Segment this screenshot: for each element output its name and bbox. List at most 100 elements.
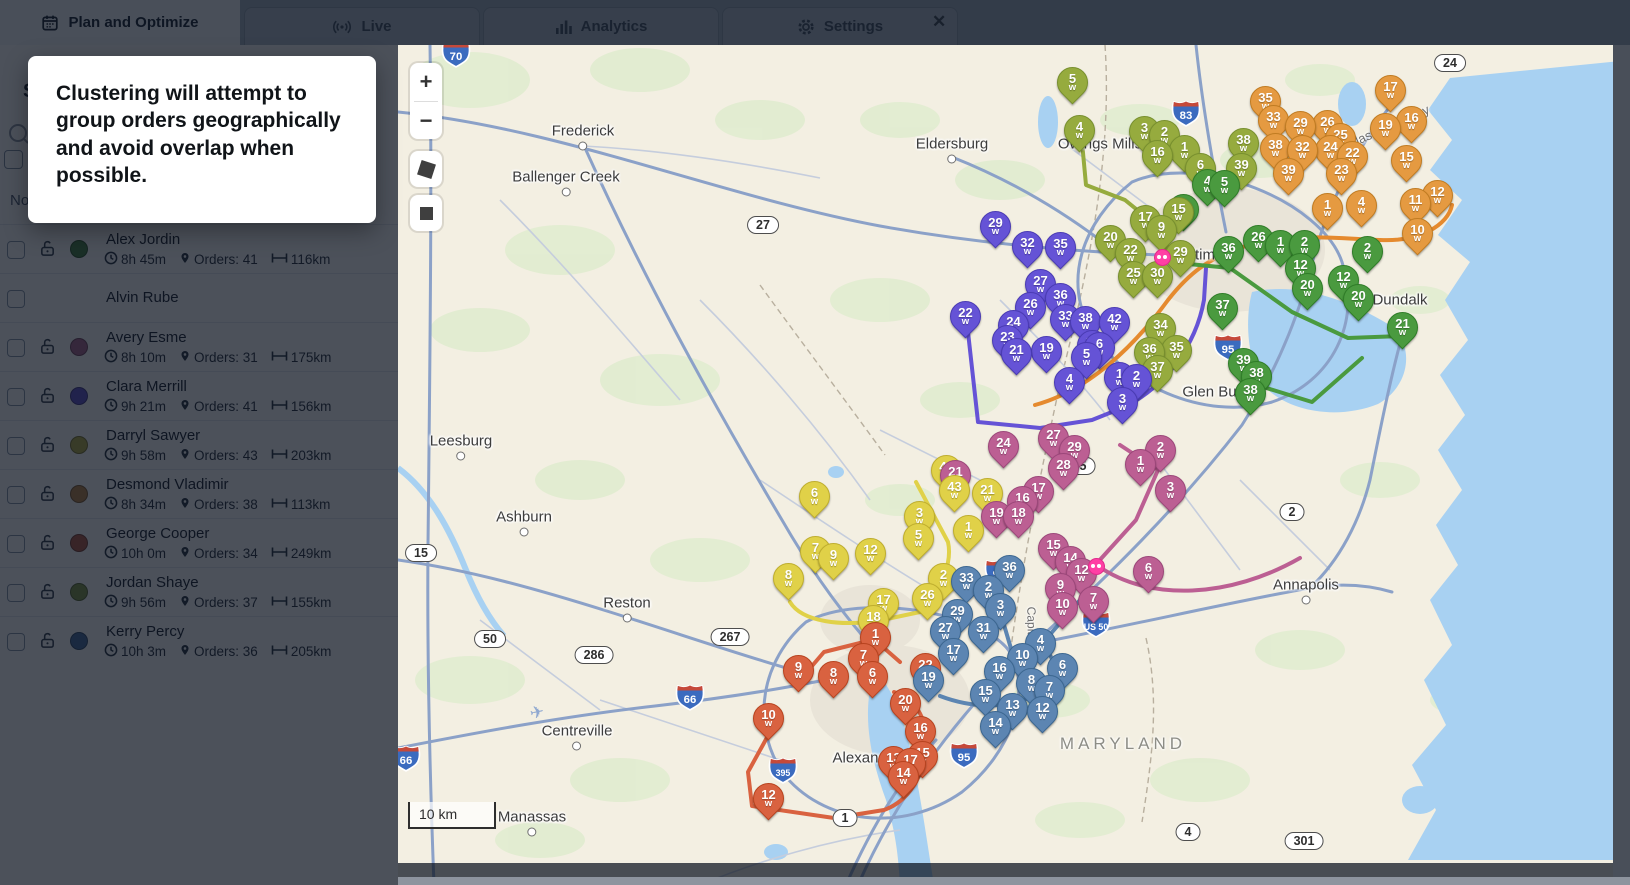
marker-sub-label: w: [1413, 232, 1421, 244]
driver-orders: Orders: 34: [194, 546, 258, 561]
driver-checkbox[interactable]: [7, 633, 25, 651]
driver-name: Jordan Shaye: [106, 574, 199, 591]
pin-icon: [179, 545, 191, 562]
driver-row[interactable]: Avery Esme 8h 10m Orders: 31 175km: [0, 322, 398, 371]
driver-color-dot: [70, 485, 88, 503]
marker-sub-label: w: [992, 515, 1000, 527]
route-shield: 15: [405, 544, 437, 562]
driver-row[interactable]: Clara Merrill 9h 21m Orders: 41 156km: [0, 371, 398, 420]
driver-time: 9h 56m: [121, 595, 167, 610]
marker-sub-label: w: [764, 797, 772, 809]
marker-sub-label: w: [1077, 572, 1085, 584]
interstate-shield: 70: [441, 45, 472, 73]
driver-time: 8h 10m: [121, 350, 167, 365]
clock-icon: [104, 545, 118, 562]
svg-text:95: 95: [958, 752, 971, 764]
marker-sub-label: w: [1357, 204, 1365, 216]
route-shield: 267: [710, 628, 750, 646]
tab-label: Settings: [823, 18, 884, 35]
driver-checkbox[interactable]: [7, 388, 25, 406]
driver-row[interactable]: Kerry Percy 10h 3m Orders: 36 205km: [0, 616, 398, 665]
driver-stats: 9h 21m Orders: 41 156km: [104, 398, 340, 415]
lock-icon[interactable]: [39, 533, 56, 557]
marker-sub-label: w: [1058, 606, 1066, 618]
marker-sub-label: w: [962, 580, 970, 592]
horizontal-scrollbar[interactable]: [398, 877, 1630, 885]
driver-distance: 155km: [290, 595, 332, 610]
driver-name: Clara Merrill: [106, 378, 187, 395]
select-all-checkbox[interactable]: [4, 150, 23, 169]
marker-sub-label: w: [1106, 239, 1114, 251]
tab-settings[interactable]: Settings: [722, 7, 958, 45]
driver-name: Alex Jordin: [106, 231, 181, 248]
depot-marker[interactable]: [1087, 557, 1105, 575]
pin-icon: [179, 643, 191, 660]
pin-icon: [179, 594, 191, 611]
driver-orders: Orders: 38: [194, 497, 258, 512]
lock-icon[interactable]: [39, 435, 56, 459]
depot-marker[interactable]: [1153, 248, 1171, 266]
city-dot: [578, 141, 588, 151]
city-label: Eldersburg: [916, 136, 988, 164]
marker-sub-label: w: [961, 315, 969, 327]
route-shield: 1: [832, 809, 858, 827]
marker-sub-label: w: [1386, 89, 1394, 101]
svg-text:83: 83: [1180, 110, 1193, 122]
tab-live[interactable]: Live: [244, 7, 480, 45]
tab-analytics[interactable]: Analytics: [483, 7, 719, 45]
city-dot: [947, 154, 957, 164]
close-icon[interactable]: ✕: [932, 13, 946, 30]
marker-sub-label: w: [1166, 489, 1174, 501]
driver-row[interactable]: Alex Jordin 8h 45m Orders: 41 116km: [0, 224, 398, 273]
marker-sub-label: w: [1172, 349, 1180, 361]
marker-sub-label: w: [1407, 120, 1415, 132]
driver-checkbox[interactable]: [7, 535, 25, 553]
driver-row[interactable]: Jordan Shaye 9h 56m Orders: 37 155km: [0, 567, 398, 616]
polygon-draw-tool[interactable]: [410, 151, 442, 187]
tab-plan-and-optimize[interactable]: Plan and Optimize: [0, 0, 240, 45]
marker-sub-label: w: [1082, 356, 1090, 368]
marker-sub-label: w: [899, 775, 907, 787]
tab-label: Analytics: [580, 18, 648, 35]
lock-icon[interactable]: [39, 239, 56, 263]
marker-sub-label: w: [794, 669, 802, 681]
marker-sub-label: w: [1075, 129, 1083, 141]
marker-sub-label: w: [1337, 172, 1345, 184]
driver-row[interactable]: Desmond Vladimir 8h 34m Orders: 38 113km: [0, 469, 398, 518]
zoom-in-button[interactable]: +: [410, 63, 442, 101]
lock-icon[interactable]: [39, 582, 56, 606]
driver-row[interactable]: George Cooper 10h 0m Orders: 34 249km: [0, 518, 398, 567]
route-shield: 50: [474, 630, 506, 648]
lock-icon[interactable]: [39, 484, 56, 508]
marker-sub-label: w: [1129, 275, 1137, 287]
lock-icon[interactable]: [39, 386, 56, 410]
city-dot: [1301, 595, 1311, 605]
driver-row[interactable]: Alvin Rube: [0, 273, 398, 322]
marker-sub-label: w: [1157, 229, 1165, 241]
driver-checkbox[interactable]: [7, 437, 25, 455]
city-label: Ballenger Creek: [512, 169, 620, 197]
marker-sub-label: w: [829, 557, 837, 569]
marker-sub-label: w: [1433, 194, 1441, 206]
lock-icon[interactable]: [39, 337, 56, 361]
driver-checkbox[interactable]: [7, 241, 25, 259]
marker-sub-label: w: [1402, 159, 1410, 171]
marker-sub-label: w: [1014, 515, 1022, 527]
driver-name: Desmond Vladimir: [106, 476, 229, 493]
driver-row[interactable]: Darryl Sawyer 9h 58m Orders: 43 203km: [0, 420, 398, 469]
driver-color-dot: [70, 632, 88, 650]
map-canvas[interactable]: Frederick Ballenger Creek Eldersburg Owings…: [398, 45, 1613, 885]
driver-distance: 116km: [290, 252, 331, 267]
driver-checkbox[interactable]: [7, 584, 25, 602]
rectangle-draw-tool[interactable]: [410, 195, 442, 231]
driver-time: 8h 45m: [121, 252, 167, 267]
driver-checkbox[interactable]: [7, 339, 25, 357]
driver-checkbox[interactable]: [7, 290, 25, 308]
lock-icon[interactable]: [39, 631, 56, 655]
marker-sub-label: w: [1005, 569, 1013, 581]
marker-sub-label: w: [916, 730, 924, 742]
driver-color-dot: [70, 583, 88, 601]
driver-checkbox[interactable]: [7, 486, 25, 504]
zoom-out-button[interactable]: −: [410, 102, 442, 140]
marker-sub-label: w: [810, 495, 818, 507]
